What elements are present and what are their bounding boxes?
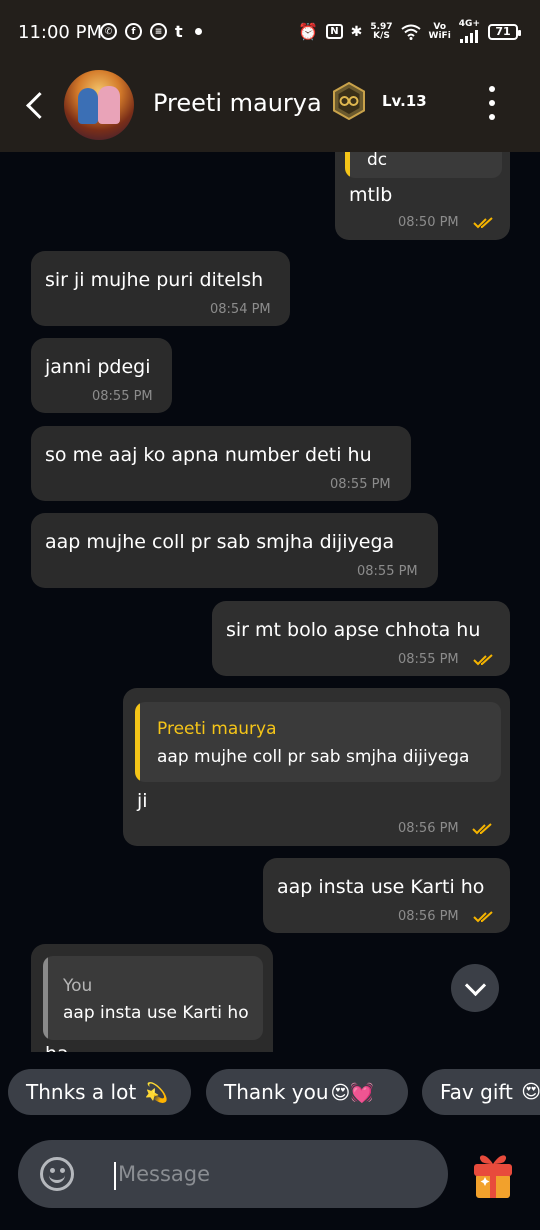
message-list[interactable]: dc mtlb 08:50 PM sir ji mujhe puri ditel… (0, 152, 540, 1052)
text-caret (114, 1162, 116, 1190)
quick-reply-chip[interactable]: Thank you 😍💓 (206, 1069, 408, 1115)
emoji-smiley-icon[interactable] (40, 1157, 74, 1191)
wifi-icon (400, 24, 421, 40)
message-bubble-incoming[interactable]: aap mujhe coll pr sab smjha dijiyega 08:… (31, 513, 438, 588)
message-text: mtlb (349, 184, 393, 206)
message-text: ji (137, 790, 148, 812)
composer (0, 1134, 540, 1230)
nfc-icon: N (326, 24, 343, 39)
more-vert-icon[interactable] (486, 86, 498, 120)
chat-header: Preeti maurya Lv.13 (0, 62, 540, 152)
quote-bar (135, 702, 140, 782)
tumblr-icon: t (175, 22, 183, 41)
net-speed: 5.97 K/S (370, 22, 392, 41)
status-bar: 11:00 PM ✆ f ≡ t ⏰ N ✱ 5.97 K/S Vo WiFi 4G… (0, 0, 540, 62)
signal-icon: 4G+ (459, 20, 480, 43)
message-text: sir ji mujhe puri ditelsh (45, 269, 264, 291)
message-text: aap mujhe coll pr sab smjha dijiyega (45, 531, 395, 553)
quoted-message[interactable]: Preeti maurya aap mujhe coll pr sab smjh… (135, 702, 501, 782)
quick-reply-emoji: 😍 (521, 1081, 540, 1103)
message-time: 08:55 PM (398, 652, 459, 667)
level-label: Lv.13 (382, 92, 427, 110)
quoted-message[interactable]: dc (345, 152, 502, 178)
message-text: so me aaj ko apna number deti hu (45, 444, 372, 466)
quick-reply-emoji: 💫 (144, 1081, 169, 1104)
quoted-sender: You (63, 976, 93, 996)
quick-reply-chip[interactable]: Fav gift 😍 (422, 1069, 540, 1115)
quote-bar (43, 956, 48, 1040)
read-ticks-icon (473, 654, 493, 666)
level-badge-icon[interactable] (332, 81, 366, 121)
quoted-text: dc (367, 152, 388, 170)
message-input[interactable] (118, 1156, 428, 1192)
message-bubble-outgoing[interactable]: dc mtlb 08:50 PM (335, 152, 510, 240)
message-text: ha (45, 1043, 69, 1052)
network-type: 4G+ (458, 19, 480, 29)
read-ticks-icon (473, 911, 493, 923)
read-ticks-icon (472, 823, 492, 835)
quick-replies: Thnks a lot 💫 Thank you 😍💓 Fav gift 😍 (0, 1052, 540, 1134)
net-speed-unit: K/S (373, 30, 390, 41)
message-bubble-outgoing[interactable]: sir mt bolo apse chhota hu 08:55 PM (212, 601, 510, 676)
system-icons: ⏰ N ✱ 5.97 K/S Vo WiFi 4G+ 71 (298, 20, 521, 43)
message-time: 08:56 PM (398, 821, 459, 836)
scroll-to-bottom-button[interactable] (451, 964, 499, 1012)
quoted-sender: Preeti maurya (157, 719, 277, 739)
message-time: 08:56 PM (398, 909, 459, 924)
message-bubble-outgoing[interactable]: Preeti maurya aap mujhe coll pr sab smjh… (123, 688, 510, 846)
message-time: 08:55 PM (92, 389, 153, 404)
quick-reply-chip[interactable]: Thnks a lot 💫 (8, 1069, 191, 1115)
battery-indicator: 71 (488, 23, 521, 40)
contact-name[interactable]: Preeti maurya (153, 89, 322, 117)
quick-reply-label: Thnks a lot (26, 1080, 137, 1104)
avatar[interactable] (64, 70, 134, 140)
quick-reply-label: Fav gift (440, 1080, 513, 1104)
vowifi-indicator: Vo WiFi (428, 22, 451, 41)
more-notifications-dot (194, 28, 202, 35)
quoted-text: aap mujhe coll pr sab smjha dijiyega (157, 747, 470, 767)
message-text: janni pdegi (45, 356, 151, 378)
message-bubble-incoming[interactable]: You aap insta use Karti ho ha (31, 944, 273, 1052)
notification-icons: ✆ f ≡ t (100, 22, 202, 41)
quoted-message[interactable]: You aap insta use Karti ho (43, 956, 263, 1040)
message-bubble-incoming[interactable]: so me aaj ko apna number deti hu 08:55 P… (31, 426, 411, 501)
message-time: 08:55 PM (330, 477, 391, 492)
quote-bar (345, 152, 350, 178)
bluetooth-icon: ✱ (350, 23, 363, 40)
gift-icon[interactable] (472, 1144, 514, 1200)
messenger-icon: ≡ (150, 23, 167, 40)
quick-reply-emoji: 😍💓 (330, 1081, 374, 1104)
message-bubble-incoming[interactable]: janni pdegi 08:55 PM (31, 338, 172, 413)
status-time: 11:00 PM (18, 22, 102, 43)
alarm-icon: ⏰ (298, 22, 319, 41)
facebook-icon: f (125, 23, 142, 40)
message-time: 08:54 PM (210, 302, 271, 317)
message-time: 08:50 PM (398, 215, 459, 230)
read-ticks-icon (473, 217, 493, 229)
quoted-text: aap insta use Karti ho (63, 1003, 249, 1023)
message-text: sir mt bolo apse chhota hu (226, 619, 481, 641)
back-arrow-icon[interactable] (22, 88, 52, 124)
quick-reply-label: Thank you (224, 1080, 329, 1104)
message-bubble-incoming[interactable]: sir ji mujhe puri ditelsh 08:54 PM (31, 251, 290, 326)
message-text: aap insta use Karti ho (277, 876, 485, 898)
message-time: 08:55 PM (357, 564, 418, 579)
whatsapp-icon: ✆ (100, 23, 117, 40)
vowifi-bottom: WiFi (428, 30, 451, 41)
message-box[interactable] (18, 1140, 448, 1208)
message-bubble-outgoing[interactable]: aap insta use Karti ho 08:56 PM (263, 858, 510, 933)
